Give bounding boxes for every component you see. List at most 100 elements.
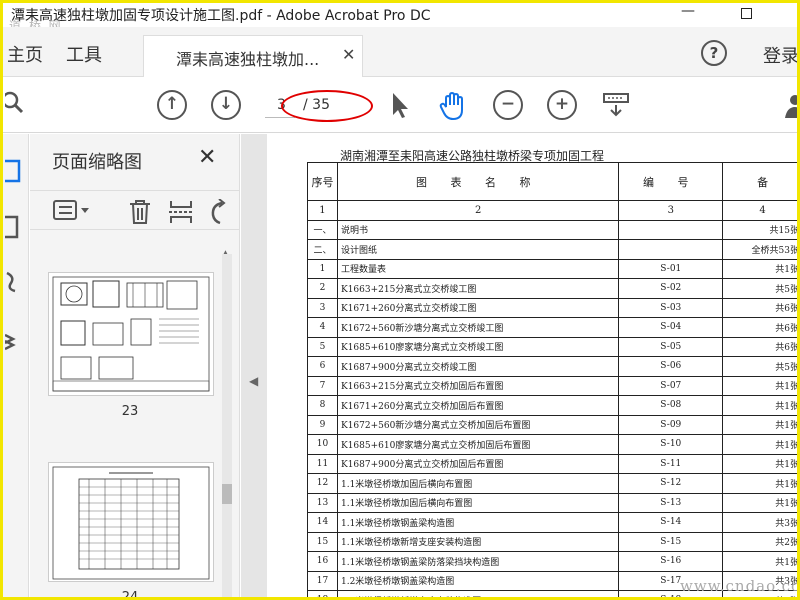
row-number: 6 bbox=[307, 356, 338, 377]
previous-page-button[interactable]: ↑ bbox=[157, 90, 187, 120]
page-thumbnail[interactable] bbox=[48, 272, 214, 396]
row-number: 7 bbox=[307, 375, 338, 396]
row-drawing-name: K1687+900分离式立交桥竣工图 bbox=[336, 356, 620, 377]
maximize-button[interactable] bbox=[731, 3, 761, 27]
row-drawing-name: K1687+900分离式立交桥加固后布置图 bbox=[336, 453, 620, 474]
left-tool-strip bbox=[3, 134, 29, 597]
row-remark: 共2张 bbox=[722, 531, 797, 552]
row-number: 16 bbox=[307, 551, 338, 572]
row-drawing-name: 1.2米墩径桥墩新增支座安装构造图 bbox=[336, 590, 620, 597]
row-drawing-name: 说明书 bbox=[336, 219, 620, 240]
maximize-icon bbox=[740, 8, 752, 19]
row-number: 2 bbox=[307, 278, 338, 299]
share-icon[interactable] bbox=[775, 90, 797, 120]
zoom-in-button[interactable]: + bbox=[547, 90, 577, 120]
row-drawing-code: S-08 bbox=[618, 395, 724, 416]
row-number: 10 bbox=[307, 434, 338, 455]
table-row: 一、 说明书 共15张 bbox=[307, 219, 797, 240]
column-header-remark: 备 bbox=[722, 162, 797, 201]
thumbnail-scrollbar[interactable] bbox=[222, 254, 232, 597]
row-number: 3 bbox=[307, 297, 338, 318]
close-tab-button[interactable]: ✕ bbox=[342, 45, 355, 64]
bookmarks-icon[interactable] bbox=[3, 214, 25, 245]
sign-in-button[interactable]: 登录 bbox=[763, 42, 797, 68]
scrollbar-thumb[interactable] bbox=[222, 484, 232, 504]
row-number: 4 bbox=[307, 317, 338, 338]
thumbnail-page-number: 24 bbox=[121, 590, 139, 600]
row-drawing-name: K1671+260分离式立交桥竣工图 bbox=[336, 297, 620, 318]
options-menu-icon[interactable] bbox=[52, 199, 92, 228]
column-number-row: 1 2 3 4 bbox=[307, 200, 797, 221]
row-remark: 共1张 bbox=[722, 258, 797, 279]
row-number: 15 bbox=[307, 531, 338, 552]
table-row: 5 K1685+610廖家塘分离式立交桥竣工图 S-05 共6张 bbox=[307, 336, 797, 357]
table-header-row: 序号 图 表 名 称 编 号 备 bbox=[307, 162, 797, 201]
table-row: 1 工程数量表 S-01 共1张 bbox=[307, 258, 797, 279]
table-row: 3 K1671+260分离式立交桥竣工图 S-03 共6张 bbox=[307, 297, 797, 318]
page-thumbnail[interactable] bbox=[48, 462, 214, 582]
insert-page-icon[interactable] bbox=[168, 199, 194, 230]
hand-tool-icon[interactable] bbox=[437, 90, 467, 121]
panel-toolbar bbox=[30, 190, 240, 230]
table-row: 13 1.1米墩径桥墩加固后横向布置图 S-13 共1张 bbox=[307, 492, 797, 513]
zoom-out-button[interactable]: − bbox=[493, 90, 523, 120]
column-header-name: 图 表 名 称 bbox=[336, 162, 620, 201]
row-number: 8 bbox=[307, 395, 338, 416]
attachments-icon[interactable] bbox=[5, 269, 25, 300]
row-drawing-code: S-11 bbox=[618, 453, 724, 474]
collapse-panel-arrow[interactable]: ◀ bbox=[249, 374, 258, 388]
row-drawing-code: S-05 bbox=[618, 336, 724, 357]
tab-tools[interactable]: 工具 bbox=[66, 41, 102, 67]
close-panel-button[interactable]: ✕ bbox=[198, 145, 216, 170]
column-number: 2 bbox=[336, 200, 620, 221]
row-drawing-name: 1.2米墩径桥墩钢盖梁构造图 bbox=[336, 570, 620, 591]
minimize-button[interactable]: — bbox=[673, 3, 703, 27]
row-remark: 共6张 bbox=[722, 297, 797, 318]
row-number: 14 bbox=[307, 512, 338, 533]
row-remark: 共5张 bbox=[722, 278, 797, 299]
layers-icon[interactable] bbox=[4, 329, 25, 360]
table-row: 10 K1685+610廖家塘分离式立交桥加固后布置图 S-10 共1张 bbox=[307, 434, 797, 455]
select-cursor-icon[interactable] bbox=[387, 90, 417, 120]
row-remark: 共6张 bbox=[722, 317, 797, 338]
row-remark: 共1张 bbox=[722, 473, 797, 494]
row-number: 二、 bbox=[307, 239, 338, 260]
row-remark: 共6张 bbox=[722, 336, 797, 357]
row-number: 11 bbox=[307, 453, 338, 474]
app-window: 潭耒高速独柱墩加固专项设计施工图.pdf - Adobe Acrobat Pro… bbox=[0, 0, 800, 600]
thumbnail-preview bbox=[52, 276, 210, 392]
table-row: 16 1.1米墩径桥墩钢盖梁防落梁挡块构造图 S-16 共1张 bbox=[307, 551, 797, 572]
row-drawing-name: K1685+610廖家塘分离式立交桥竣工图 bbox=[336, 336, 620, 357]
row-number: 12 bbox=[307, 473, 338, 494]
row-remark: 共1张 bbox=[722, 375, 797, 396]
row-number: 9 bbox=[307, 414, 338, 435]
row-drawing-name: 1.1米墩径桥墩加固后横向布置图 bbox=[336, 473, 620, 494]
page-display-icon[interactable] bbox=[601, 90, 631, 120]
row-number: 18 bbox=[307, 590, 338, 597]
table-row: 12 1.1米墩径桥墩加固后横向布置图 S-12 共1张 bbox=[307, 473, 797, 494]
row-drawing-name: K1671+260分离式立交桥加固后布置图 bbox=[336, 395, 620, 416]
column-header-no: 序号 bbox=[307, 162, 338, 201]
row-remark: 共1张 bbox=[722, 551, 797, 572]
document-viewer[interactable]: ◀ 湖南湘潭至耒阳高速公路独柱墩桥梁专项加固工程 序号 图 表 名 称 编 号 … bbox=[241, 134, 797, 597]
row-remark: 全桥共53张 bbox=[722, 239, 797, 260]
table-row: 2 K1663+215分离式立交桥竣工图 S-02 共5张 bbox=[307, 278, 797, 299]
table-row: 4 K1672+560新沙塘分离式立交桥竣工图 S-04 共6张 bbox=[307, 317, 797, 338]
tab-home[interactable]: 主页 bbox=[7, 41, 43, 67]
row-remark: 共5张 bbox=[722, 356, 797, 377]
rotate-page-icon[interactable] bbox=[208, 198, 232, 230]
help-icon[interactable]: ? bbox=[701, 40, 727, 66]
tab-document[interactable]: 潭耒高速独柱墩加... ✕ bbox=[143, 35, 363, 77]
row-remark: 共1张 bbox=[722, 434, 797, 455]
next-page-button[interactable]: ↓ bbox=[211, 90, 241, 120]
row-drawing-name: 1.1米墩径桥墩加固后横向布置图 bbox=[336, 492, 620, 513]
search-icon[interactable] bbox=[3, 90, 35, 120]
website-watermark: www.cndao.com bbox=[680, 577, 797, 595]
page-thumbnails-icon[interactable] bbox=[3, 158, 25, 189]
delete-page-icon[interactable] bbox=[128, 199, 152, 230]
tab-bar: 主页 工具 潭耒高速独柱墩加... ✕ ? 登录 bbox=[3, 27, 797, 77]
panel-title: 页面缩略图 bbox=[52, 152, 142, 173]
table-row: 9 K1672+560新沙塘分离式立交桥加固后布置图 S-09 共1张 bbox=[307, 414, 797, 435]
table-row: 二、 设计图纸 全桥共53张 bbox=[307, 239, 797, 260]
row-remark: 共3张 bbox=[722, 512, 797, 533]
